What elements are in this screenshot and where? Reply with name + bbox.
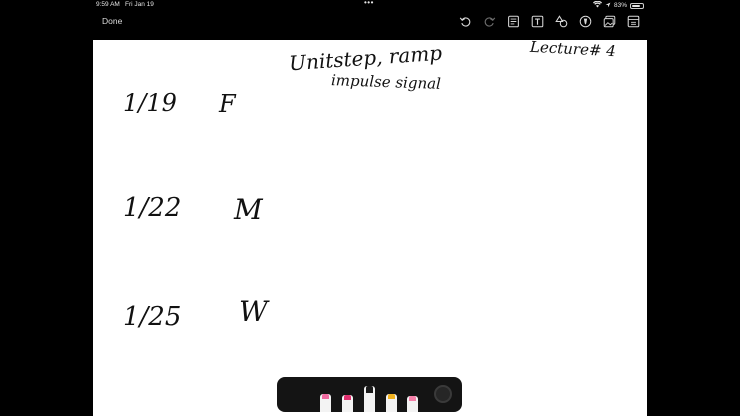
marker-pink[interactable] [342, 395, 353, 412]
scan-document-icon[interactable] [505, 13, 522, 30]
location-icon [605, 2, 611, 10]
row-date-2: 1/22 [123, 193, 182, 223]
multitasking-dots-icon[interactable]: ••• [364, 0, 374, 7]
wifi-icon [592, 0, 602, 10]
row-date-1: 1/19 [123, 89, 177, 117]
pen-tool-icon[interactable] [577, 13, 594, 30]
done-button[interactable]: Done [102, 16, 122, 26]
photo-icon[interactable] [601, 13, 618, 30]
row-date-3: 1/25 [123, 302, 182, 332]
title-line2: impulse signal [330, 71, 442, 93]
status-right: 83% [592, 0, 644, 10]
pen-black[interactable] [364, 386, 375, 412]
undo-icon[interactable] [457, 13, 474, 30]
redo-icon[interactable] [481, 13, 498, 30]
status-date: Fri Jan 19 [125, 1, 154, 8]
highlighter-pink[interactable] [320, 394, 331, 412]
status-bar: 9:59 AM Fri Jan 19 ••• 83% [0, 0, 740, 10]
toolbar-tools [457, 13, 642, 30]
battery-icon [630, 2, 644, 9]
title-line1: Unitstep, ramp [288, 40, 443, 76]
color-picker-button[interactable] [434, 385, 452, 403]
lecture-number: Lecture# 4 [529, 40, 617, 61]
row-day-2: M [234, 193, 263, 226]
pencil-yellow[interactable] [386, 394, 397, 412]
note-canvas[interactable]: Unitstep, ramp impulse signal Lecture# 4… [93, 40, 647, 416]
battery-percent: 83% [613, 2, 627, 9]
shapes-icon[interactable] [553, 13, 570, 30]
row-day-1: F [219, 90, 236, 118]
row-day-3: W [239, 295, 268, 328]
status-time: 9:59 AM [96, 1, 120, 8]
notes-toolbar: Done [0, 10, 740, 40]
page-icon[interactable] [625, 13, 642, 30]
text-box-icon[interactable] [529, 13, 546, 30]
battery-fill [632, 4, 641, 7]
eraser-pink[interactable] [407, 396, 418, 412]
